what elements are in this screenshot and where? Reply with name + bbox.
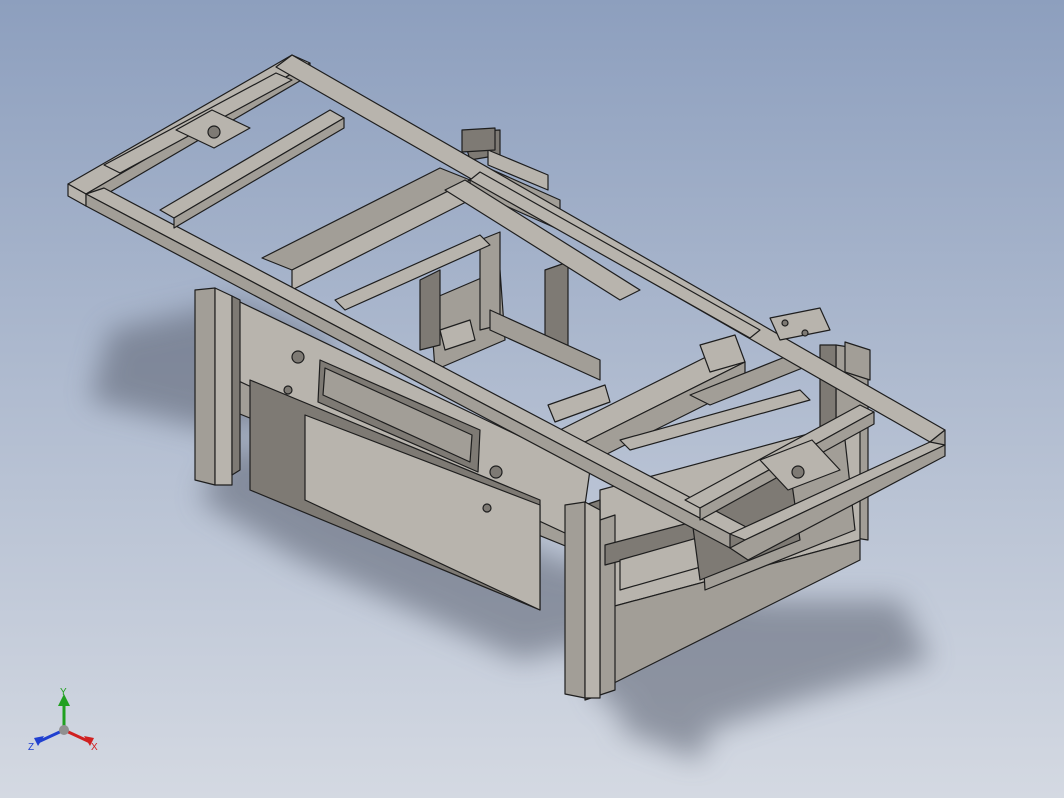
graphics-viewport[interactable]: Y X Z <box>0 0 1064 798</box>
orientation-triad[interactable]: Y X Z <box>28 686 104 756</box>
x-axis-label: X <box>91 742 98 753</box>
triad-origin-icon <box>59 725 69 735</box>
y-axis-label: Y <box>60 687 67 698</box>
model-view[interactable] <box>0 0 1064 798</box>
z-axis-label: Z <box>28 742 34 753</box>
